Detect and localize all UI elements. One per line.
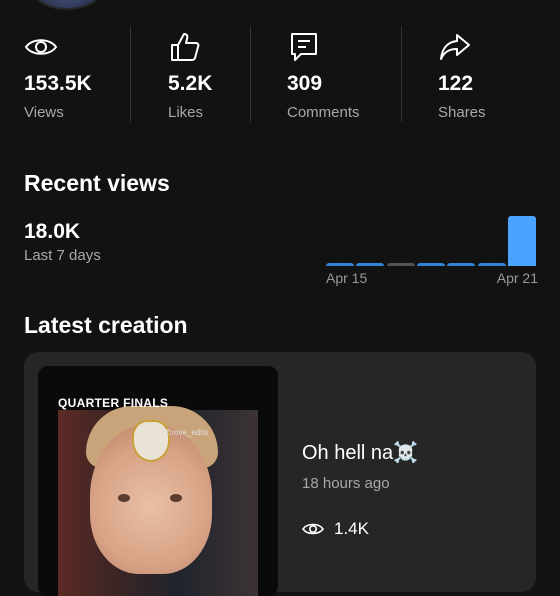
video-time: 18 hours ago xyxy=(302,475,390,492)
chart-bar[interactable] xyxy=(386,263,415,266)
chart-bar[interactable] xyxy=(447,263,476,266)
video-title-text: Oh hell na xyxy=(302,442,394,464)
chart-bar[interactable] xyxy=(326,263,354,266)
thumbnail-eye xyxy=(170,494,182,502)
video-title: Oh hell na☠️ xyxy=(302,440,418,465)
latest-creation-card[interactable]: QUARTER FINALS Erove_edits Oh hell na☠️ … xyxy=(24,352,536,596)
thumbnail-caption: QUARTER FINALS xyxy=(58,396,169,410)
stat-views-value: 153.5K xyxy=(24,72,92,95)
divider xyxy=(250,26,251,122)
recent-views-heading: Recent views xyxy=(24,170,170,196)
skull-emoji: ☠️ xyxy=(393,442,419,464)
stat-likes-label: Likes xyxy=(168,104,204,121)
share-icon xyxy=(440,34,470,60)
thumbnail-watermark: Erove_edits xyxy=(166,428,209,437)
eye-icon xyxy=(302,523,324,535)
stat-comments-value: 309 xyxy=(287,72,323,95)
latest-creation-heading: Latest creation xyxy=(24,312,188,338)
stat-likes-value: 5.2K xyxy=(168,72,213,95)
video-views-count: 1.4K xyxy=(334,519,369,538)
chart-bar[interactable] xyxy=(356,263,385,266)
thumbs-up-icon xyxy=(171,33,200,61)
chart-bar[interactable] xyxy=(416,263,445,266)
stat-shares-value: 122 xyxy=(438,72,474,95)
tick-label-end: Apr 21 xyxy=(496,270,538,286)
recent-views-value: 18.0K xyxy=(24,220,81,243)
thumbnail-eye xyxy=(118,494,130,502)
stat-views-label: Views xyxy=(24,104,64,121)
comment-icon xyxy=(291,33,317,61)
recent-views-chart[interactable]: Apr 15 Apr 21 xyxy=(326,212,538,292)
avatar[interactable] xyxy=(28,0,106,10)
stat-comments-label: Comments xyxy=(287,104,360,121)
club-crest-icon xyxy=(132,420,170,462)
tick-label-start: Apr 15 xyxy=(326,270,368,286)
recent-views-period: Last 7 days xyxy=(24,247,101,264)
stat-shares-label: Shares xyxy=(438,104,486,121)
eye-icon xyxy=(24,39,58,55)
stats-row: 153.5K Views 5.2K Likes 309 Comments 122… xyxy=(0,24,560,124)
chart-bar[interactable] xyxy=(507,216,536,266)
divider xyxy=(401,26,402,122)
video-thumbnail[interactable]: QUARTER FINALS Erove_edits xyxy=(38,366,278,596)
chart-bar[interactable] xyxy=(477,263,506,266)
divider xyxy=(130,26,131,122)
